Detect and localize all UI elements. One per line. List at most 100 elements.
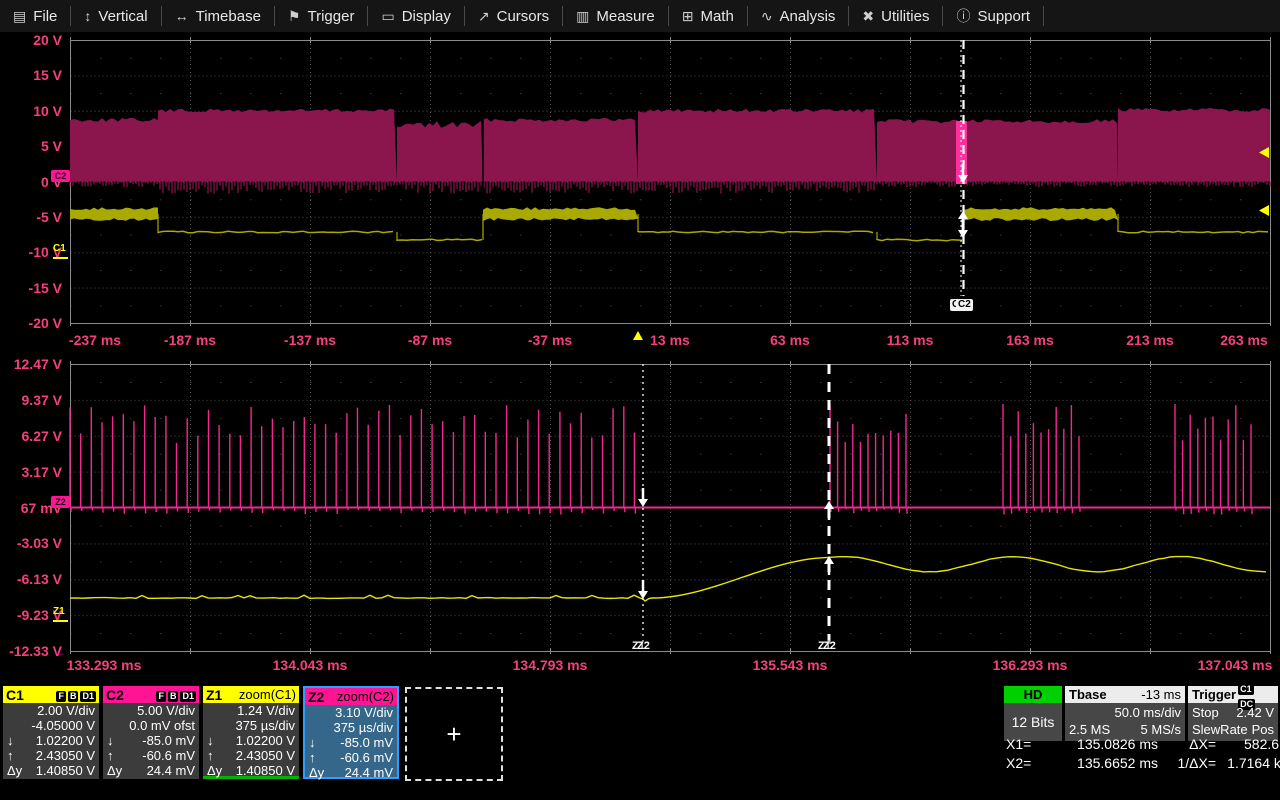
bottom-marker-z2[interactable]: Z2 (51, 496, 70, 508)
descriptor-c2[interactable]: C2FBD15.00 V/div0.0 mV ofst↓-85.0 mV↑-60… (103, 686, 199, 779)
descriptor-row-glyph: ↑ (107, 748, 125, 763)
descriptor-row-glyph: Δy (207, 763, 225, 778)
descriptor-row: ↓1.02200 V (3, 733, 99, 748)
descriptor-row-value: 2.43050 V (225, 748, 295, 763)
descriptor-row-value: -85.0 mV (327, 735, 393, 750)
descriptor-row-glyph: Δy (309, 765, 327, 780)
top-grid-y-label: 20 V (0, 32, 62, 48)
descriptor-row-glyph: ↓ (309, 735, 327, 750)
top-grid-y-label: -5 V (0, 209, 62, 225)
descriptor-row: 2.00 V/div (3, 703, 99, 718)
dx-value: 582.6 µs (1216, 736, 1280, 752)
descriptor-row-value: 1.40850 V (225, 763, 295, 778)
top-grid-x-label: -37 ms (528, 332, 572, 348)
descriptor-row-value: -4.05000 V (25, 718, 95, 733)
bottom-marker-z1[interactable]: Z1 (53, 606, 65, 617)
bottom-marker-underline-z1 (53, 620, 68, 622)
descriptor-row: ↑-60.6 mV (305, 750, 397, 765)
top-grid-x-label: 263 ms (1220, 332, 1267, 348)
descriptor-row: Δy1.40850 V (203, 763, 299, 778)
trigger-type: SlewRate (1192, 722, 1248, 737)
top-cursor-tag-c2[interactable]: C2 (956, 299, 973, 311)
bottom-grid-x-label: 133.293 ms (67, 657, 142, 673)
descriptor-row: 3.10 V/div (305, 705, 397, 720)
descriptor-row-value: 5.00 V/div (125, 703, 195, 718)
hd-label: HD (1024, 687, 1043, 702)
descriptor-z2[interactable]: Z2zoom(C2)3.10 V/div375 µs/div↓-85.0 mV↑… (303, 686, 399, 779)
tbase-delay: -13 ms (1141, 687, 1181, 702)
zoom-cursor1-tag-z2[interactable]: Z2 (637, 640, 650, 652)
invdx-value: 1.7164 kHz (1216, 755, 1280, 771)
bottom-grid-y-label: 12.47 V (0, 356, 62, 372)
invdx-label: 1/ΔX= (1158, 755, 1216, 771)
descriptor-badge-f: F (156, 691, 166, 702)
offscreen-trace-arrow: ← (54, 645, 66, 659)
descriptor-row-value: 1.02200 V (25, 733, 95, 748)
descriptor-row-glyph: ↓ (107, 733, 125, 748)
descriptor-badge-b: B (68, 691, 79, 702)
plus-icon: + (446, 719, 461, 750)
top-marker-c2[interactable]: C2 (51, 170, 70, 182)
descriptor-badges: FBD1 (154, 687, 196, 702)
overlay-layer: 20 V15 V10 V5 V0 V-5 V-10 V-15 V-20 V-23… (0, 0, 1280, 800)
descriptor-badges: FBD1 (54, 687, 96, 702)
descriptor-row-value: 1.24 V/div (225, 703, 295, 718)
top-marker-c1[interactable]: C1 (53, 243, 66, 254)
descriptor-row-glyph: ↑ (7, 748, 25, 763)
descriptor-row-value: 24.4 mV (125, 763, 195, 778)
bottom-grid-x-label: 136.293 ms (993, 657, 1068, 673)
top-grid-x-label: -137 ms (284, 332, 336, 348)
descriptor-row: ↑2.43050 V (3, 748, 99, 763)
descriptor-row-value: 24.4 mV (327, 765, 393, 780)
descriptor-row-value: 1.40850 V (25, 763, 95, 778)
hd-mode-box[interactable]: HD 12 Bits (1004, 686, 1062, 741)
trigger-box[interactable]: Trigger C1 DC Stop 2.42 V SlewRate Pos (1188, 686, 1278, 741)
top-marker-underline-c1 (53, 257, 68, 259)
descriptor-row-glyph: ↓ (207, 733, 225, 748)
bottom-grid-y-label: 6.27 V (0, 428, 62, 444)
trigger-level: 2.42 V (1236, 705, 1274, 720)
add-trace-box[interactable]: + (405, 687, 503, 781)
descriptor-badge-d1: D1 (180, 691, 196, 702)
trigger-source-badge: C1 (1238, 684, 1254, 695)
descriptor-row: 5.00 V/div (103, 703, 199, 718)
descriptor-row-value: 375 µs/div (225, 718, 295, 733)
descriptor-title: Z2 (308, 689, 324, 705)
descriptor-row-value: 0.0 mV ofst (125, 718, 195, 733)
x1-label: X1= (1006, 736, 1046, 752)
descriptor-row-value: 1.02200 V (225, 733, 295, 748)
descriptor-header-z2: Z2 zoom(C2) (305, 688, 397, 705)
top-grid-x-label: -87 ms (408, 332, 452, 348)
x1-value: 135.0826 ms (1046, 736, 1158, 752)
descriptor-c1[interactable]: C1FBD12.00 V/div-4.05000 V↓1.02200 V↑2.4… (3, 686, 99, 779)
descriptor-row: ↓-85.0 mV (305, 735, 397, 750)
top-grid-x-label: 213 ms (1126, 332, 1173, 348)
descriptor-row: Δy24.4 mV (103, 763, 199, 778)
timebase-box[interactable]: Tbase -13 ms 50.0 ms/div 2.5 MS 5 MS/s (1065, 686, 1185, 741)
descriptor-row-value: 2.43050 V (25, 748, 95, 763)
descriptor-z1[interactable]: Z1zoom(C1)1.24 V/div375 µs/div↓1.02200 V… (203, 686, 299, 779)
oscilloscope-screen: { "menu": { "items": [ {"label":"File","… (0, 0, 1280, 800)
hd-bits: 12 Bits (1012, 714, 1055, 730)
descriptor-header-c1: C1FBD1 (3, 686, 99, 703)
descriptor-row-glyph: ↓ (7, 733, 25, 748)
descriptor-header-z1: Z1zoom(C1) (203, 686, 299, 703)
bottom-grid-x-label: 135.543 ms (753, 657, 828, 673)
top-grid-y-label: 10 V (0, 103, 62, 119)
zoom-cursor2-tag-z2[interactable]: Z2 (823, 640, 836, 652)
bottom-grid-y-label: -12.33 V (0, 643, 62, 659)
descriptor-header-c2: C2FBD1 (103, 686, 199, 703)
descriptor-row-value: -85.0 mV (125, 733, 195, 748)
descriptor-badge-d1: D1 (80, 691, 96, 702)
x2-label: X2= (1006, 755, 1046, 771)
bottom-grid-y-label: -6.13 V (0, 571, 62, 587)
descriptor-badge-f: F (56, 691, 66, 702)
descriptor-zoom-source: zoom(C2) (337, 689, 394, 704)
top-grid-y-label: -20 V (0, 315, 62, 331)
descriptor-row-value: -60.6 mV (327, 750, 393, 765)
bottom-grid-x-label: 134.793 ms (513, 657, 588, 673)
descriptor-row-value: -60.6 mV (125, 748, 195, 763)
descriptor-row-glyph: ↑ (309, 750, 327, 765)
bottom-grid-y-label: 3.17 V (0, 464, 62, 480)
top-grid-y-label: -15 V (0, 280, 62, 296)
